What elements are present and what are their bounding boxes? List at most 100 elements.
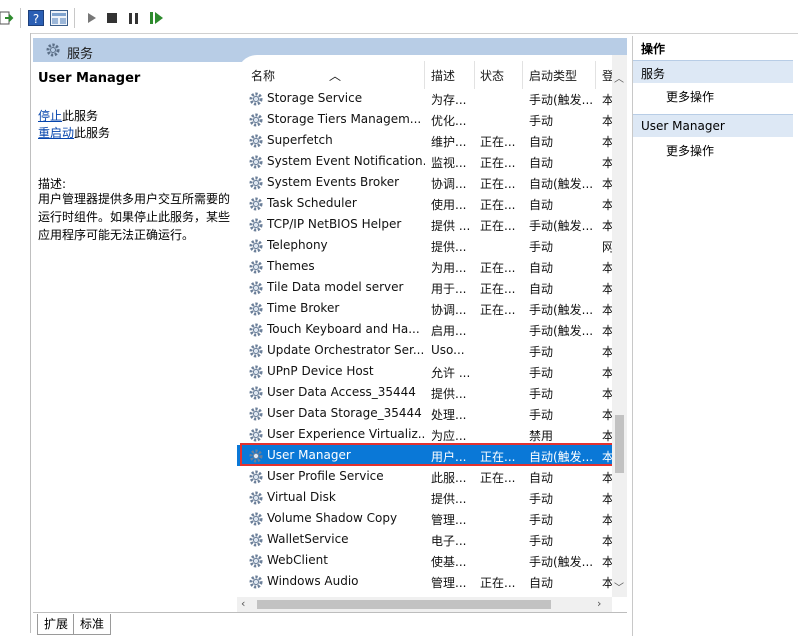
service-gear-icon bbox=[248, 217, 264, 233]
stop-service-icon[interactable] bbox=[106, 9, 118, 27]
table-row[interactable]: User Profile Service 此服... 正在... 自动本 bbox=[237, 466, 614, 487]
service-gear-icon bbox=[248, 490, 264, 506]
service-startup-type: 自动 bbox=[529, 576, 554, 590]
service-startup-type: 手动 bbox=[529, 387, 554, 401]
properties-icon[interactable] bbox=[50, 9, 68, 27]
table-row[interactable]: System Events Broker 协调... 正在... 自动(触发... 本 bbox=[237, 172, 614, 193]
table-row[interactable]: WebClient 使基... 手动(触发... 本 bbox=[237, 550, 614, 571]
table-row[interactable]: Telephony 提供... 手动网 bbox=[237, 235, 614, 256]
table-row[interactable]: User Manager 用户... 正在... 自动(触发... 本 bbox=[237, 443, 620, 466]
service-gear-icon bbox=[248, 406, 264, 422]
gear-icon bbox=[45, 42, 61, 61]
start-service-icon[interactable] bbox=[86, 9, 98, 27]
service-status: 正在... bbox=[480, 576, 516, 590]
column-description[interactable]: 描述 bbox=[431, 67, 455, 84]
service-description: Uso... bbox=[431, 343, 465, 357]
pause-service-icon[interactable] bbox=[128, 9, 140, 27]
more-actions-user-manager[interactable]: 更多操作 bbox=[666, 142, 714, 159]
table-row[interactable]: UPnP Device Host 允许 ... 手动本 bbox=[237, 361, 614, 382]
selected-service-name: User Manager bbox=[38, 71, 141, 86]
service-status: 正在... bbox=[480, 135, 516, 149]
horizontal-scrollbar[interactable]: ‹ › bbox=[237, 597, 612, 612]
column-headers: ︿ 名称 描述 状态 启动类型 登 bbox=[237, 55, 627, 89]
restart-service-link[interactable]: 重启动 bbox=[38, 126, 74, 140]
horizontal-scroll-thumb[interactable] bbox=[257, 600, 551, 609]
service-description: 使基... bbox=[431, 555, 467, 569]
export-arrow-icon[interactable] bbox=[0, 9, 14, 27]
service-startup-type: 自动 bbox=[529, 156, 554, 170]
table-row[interactable]: User Data Access_35444 提供... 手动本 bbox=[237, 382, 614, 403]
service-gear-icon bbox=[248, 322, 264, 338]
service-startup-type: 手动 bbox=[529, 366, 554, 380]
console-tree-pane[interactable] bbox=[0, 33, 31, 633]
table-row[interactable]: Time Broker 协调... 正在... 手动(触发... 本 bbox=[237, 298, 614, 319]
service-name: TCP/IP NetBIOS Helper bbox=[267, 217, 402, 231]
restart-service-icon[interactable] bbox=[150, 9, 164, 27]
column-divider[interactable] bbox=[474, 61, 475, 89]
table-row[interactable]: Update Orchestrator Ser... Uso... 手动本 bbox=[237, 340, 614, 361]
column-name[interactable]: 名称 bbox=[251, 67, 275, 84]
tab-standard[interactable]: 标准 bbox=[73, 614, 112, 635]
scroll-down-icon[interactable]: ﹀ bbox=[614, 579, 624, 594]
service-startup-type: 手动(触发... bbox=[529, 93, 594, 107]
column-startup-type[interactable]: 启动类型 bbox=[529, 67, 577, 84]
table-row[interactable]: Task Scheduler 使用... 正在... 自动本 bbox=[237, 193, 614, 214]
service-status: 正在... bbox=[480, 219, 516, 233]
table-row[interactable]: Windows Audio 管理... 正在... 自动本 bbox=[237, 571, 614, 592]
column-divider[interactable] bbox=[424, 61, 425, 89]
vertical-scrollbar[interactable]: ︿ ﹀ bbox=[612, 55, 627, 597]
service-name: User Experience Virtualiz... bbox=[267, 427, 425, 441]
service-name: WalletService bbox=[267, 532, 349, 546]
service-startup-type: 自动 bbox=[529, 471, 554, 485]
service-gear-icon bbox=[248, 343, 264, 359]
column-divider[interactable] bbox=[595, 61, 596, 89]
view-tabs: 扩展 标准 bbox=[33, 612, 627, 637]
service-name: UPnP Device Host bbox=[267, 364, 374, 378]
stop-service-link[interactable]: 停止 bbox=[38, 109, 62, 123]
scroll-right-icon[interactable]: › bbox=[597, 597, 601, 610]
column-divider[interactable] bbox=[522, 61, 523, 89]
table-row[interactable]: Virtual Disk 提供... 手动本 bbox=[237, 487, 614, 508]
more-actions-services[interactable]: 更多操作 bbox=[666, 88, 714, 105]
vertical-scroll-thumb[interactable] bbox=[615, 415, 624, 473]
service-startup-type: 自动(触发... bbox=[529, 177, 594, 191]
service-description: 为用... bbox=[431, 261, 467, 275]
services-list: ︿ 名称 描述 状态 启动类型 登 Storage Service 为存... 手动… bbox=[237, 55, 627, 612]
tab-extended[interactable]: 扩展 bbox=[37, 614, 76, 635]
actions-group-user-manager[interactable]: User Manager bbox=[633, 114, 793, 137]
table-row[interactable]: Storage Tiers Managem... 优化... 手动本 bbox=[237, 109, 614, 130]
stop-suffix: 此服务 bbox=[62, 109, 99, 123]
service-description: 监视... bbox=[431, 156, 467, 170]
table-row[interactable]: Superfetch 维护... 正在... 自动本 bbox=[237, 130, 614, 151]
service-startup-type: 手动(触发... bbox=[529, 303, 594, 317]
table-row[interactable]: User Data Storage_35444 处理... 手动本 bbox=[237, 403, 614, 424]
scroll-left-icon[interactable]: ‹ bbox=[241, 597, 245, 610]
actions-group-user-manager-label: User Manager bbox=[641, 119, 725, 133]
service-description: 协调... bbox=[431, 177, 467, 191]
table-row[interactable]: User Experience Virtualiz... 为应... 禁用本 bbox=[237, 424, 614, 445]
service-gear-icon bbox=[248, 175, 264, 191]
service-gear-icon bbox=[248, 259, 264, 275]
column-status[interactable]: 状态 bbox=[480, 67, 504, 84]
scroll-up-icon[interactable]: ︿ bbox=[614, 70, 624, 85]
service-gear-icon bbox=[248, 574, 264, 590]
table-row[interactable]: TCP/IP NetBIOS Helper 提供 ... 正在... 手动(触发...… bbox=[237, 214, 614, 235]
service-name: Superfetch bbox=[267, 133, 333, 147]
table-row[interactable]: Tile Data model server 用于... 正在... 自动本 bbox=[237, 277, 614, 298]
table-row[interactable]: Touch Keyboard and Ha... 启用... 手动(触发... 本 bbox=[237, 319, 614, 340]
service-name: Volume Shadow Copy bbox=[267, 511, 398, 525]
service-startup-type: 自动 bbox=[529, 198, 554, 212]
help-icon[interactable]: ? bbox=[28, 9, 44, 27]
service-gear-icon bbox=[248, 238, 264, 254]
table-row[interactable]: WalletService 电子... 手动本 bbox=[237, 529, 614, 550]
service-startup-type: 手动 bbox=[529, 114, 554, 128]
table-row[interactable]: Volume Shadow Copy 管理... 手动本 bbox=[237, 508, 614, 529]
actions-group-services[interactable]: 服务 bbox=[633, 60, 793, 83]
service-gear-icon bbox=[248, 469, 264, 485]
table-row[interactable]: Storage Service 为存... 手动(触发... 本 bbox=[237, 88, 614, 109]
actions-title: 操作 bbox=[641, 42, 666, 56]
table-row[interactable]: System Event Notification... 监视... 正在... 自动… bbox=[237, 151, 614, 172]
service-gear-icon bbox=[248, 154, 264, 170]
service-name: Telephony bbox=[267, 238, 328, 252]
table-row[interactable]: Themes 为用... 正在... 自动本 bbox=[237, 256, 614, 277]
